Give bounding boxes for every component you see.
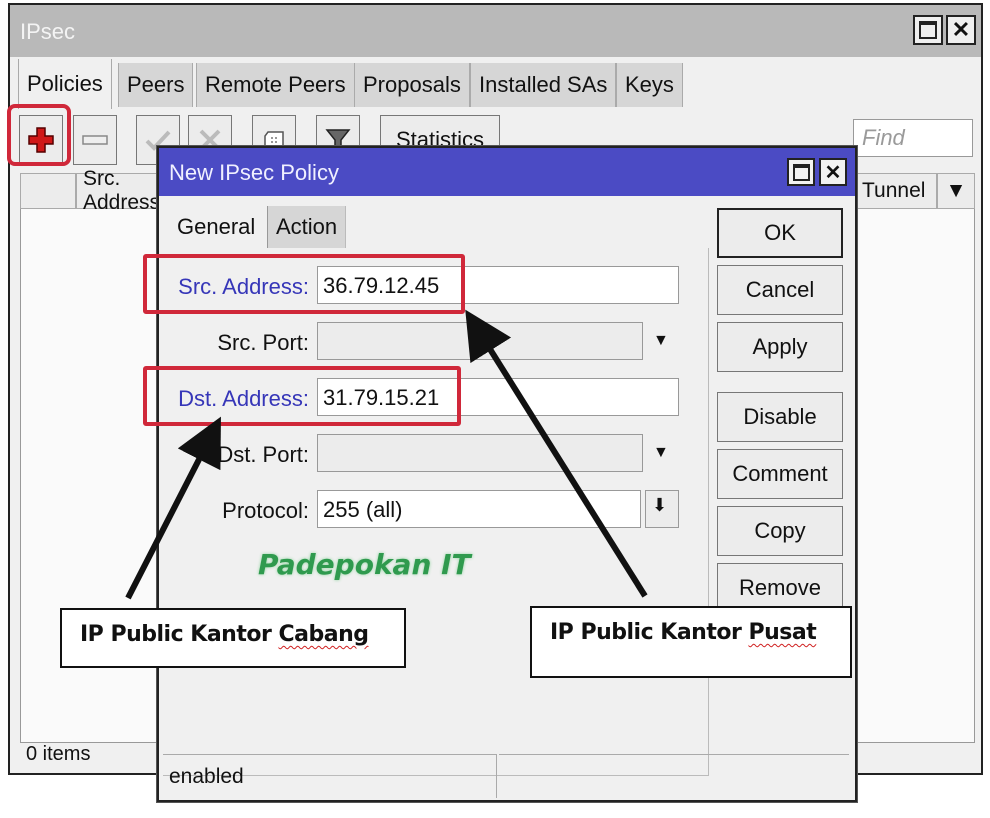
arrow-to-dst-address bbox=[125, 416, 221, 600]
callout-text: IP Public Kantor bbox=[80, 622, 279, 647]
callout-text-underlined: Cabang bbox=[278, 622, 369, 647]
callout-kantor-pusat: IP Public Kantor Pusat bbox=[530, 606, 852, 678]
arrow-to-src-address bbox=[465, 309, 648, 598]
callout-text: IP Public Kantor bbox=[550, 620, 749, 645]
brand-watermark: Padepokan IT bbox=[258, 548, 471, 581]
callout-kantor-cabang: IP Public Kantor Cabang bbox=[60, 608, 406, 668]
annotation-arrows bbox=[125, 309, 648, 600]
callout-text-underlined: Pusat bbox=[748, 620, 817, 645]
